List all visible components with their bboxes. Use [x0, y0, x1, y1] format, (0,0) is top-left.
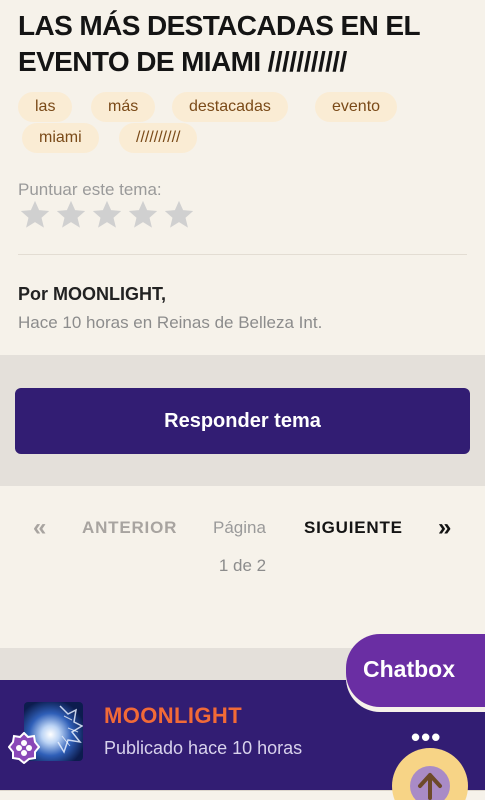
star-icon[interactable] — [18, 198, 52, 234]
divider — [18, 254, 467, 255]
star-icon[interactable] — [126, 198, 160, 234]
star-icon[interactable] — [162, 198, 196, 234]
topic-meta: Hace 10 horas en Reinas de Belleza Int. — [18, 313, 323, 332]
topic-title: LAS MÁS DESTACADAS EN EL EVENTO DE MIAMI… — [18, 10, 420, 77]
first-page-icon[interactable]: « — [33, 514, 46, 542]
reply-topic-button[interactable]: Responder tema — [15, 388, 470, 454]
more-options-icon[interactable]: ••• — [411, 724, 441, 750]
topic-card: LAS MÁS DESTACADAS EN EL EVENTO DE MIAMI… — [0, 0, 485, 355]
topic-author[interactable]: Por MOONLIGHT, — [18, 284, 166, 305]
tag-item[interactable]: más — [91, 92, 156, 122]
tag-item[interactable]: las — [18, 92, 73, 122]
pagination: « ANTERIOR Página SIGUIENTE » 1 de 2 — [0, 486, 485, 648]
page-label[interactable]: Página — [213, 518, 266, 538]
tag-item[interactable]: ////////// — [119, 123, 198, 153]
rating-label: Puntuar este tema: — [18, 180, 162, 199]
post-timestamp: Publicado hace 10 horas — [104, 738, 303, 758]
star-icon[interactable] — [90, 198, 124, 234]
tag-item[interactable]: evento — [315, 92, 398, 122]
page-count: 1 de 2 — [218, 556, 267, 575]
chatbox-button[interactable]: Chatbox — [346, 634, 485, 707]
tag-item[interactable]: destacadas — [172, 92, 288, 122]
previous-page-link[interactable]: ANTERIOR — [82, 518, 177, 538]
last-page-icon[interactable]: » — [438, 514, 451, 542]
tag-item[interactable]: miami — [22, 123, 99, 153]
flower-badge-icon — [7, 731, 41, 765]
next-page-link[interactable]: SIGUIENTE — [304, 518, 403, 538]
post-author-name[interactable]: MOONLIGHT — [104, 703, 242, 729]
star-icon[interactable] — [54, 198, 88, 234]
arrow-up-icon — [410, 766, 450, 800]
